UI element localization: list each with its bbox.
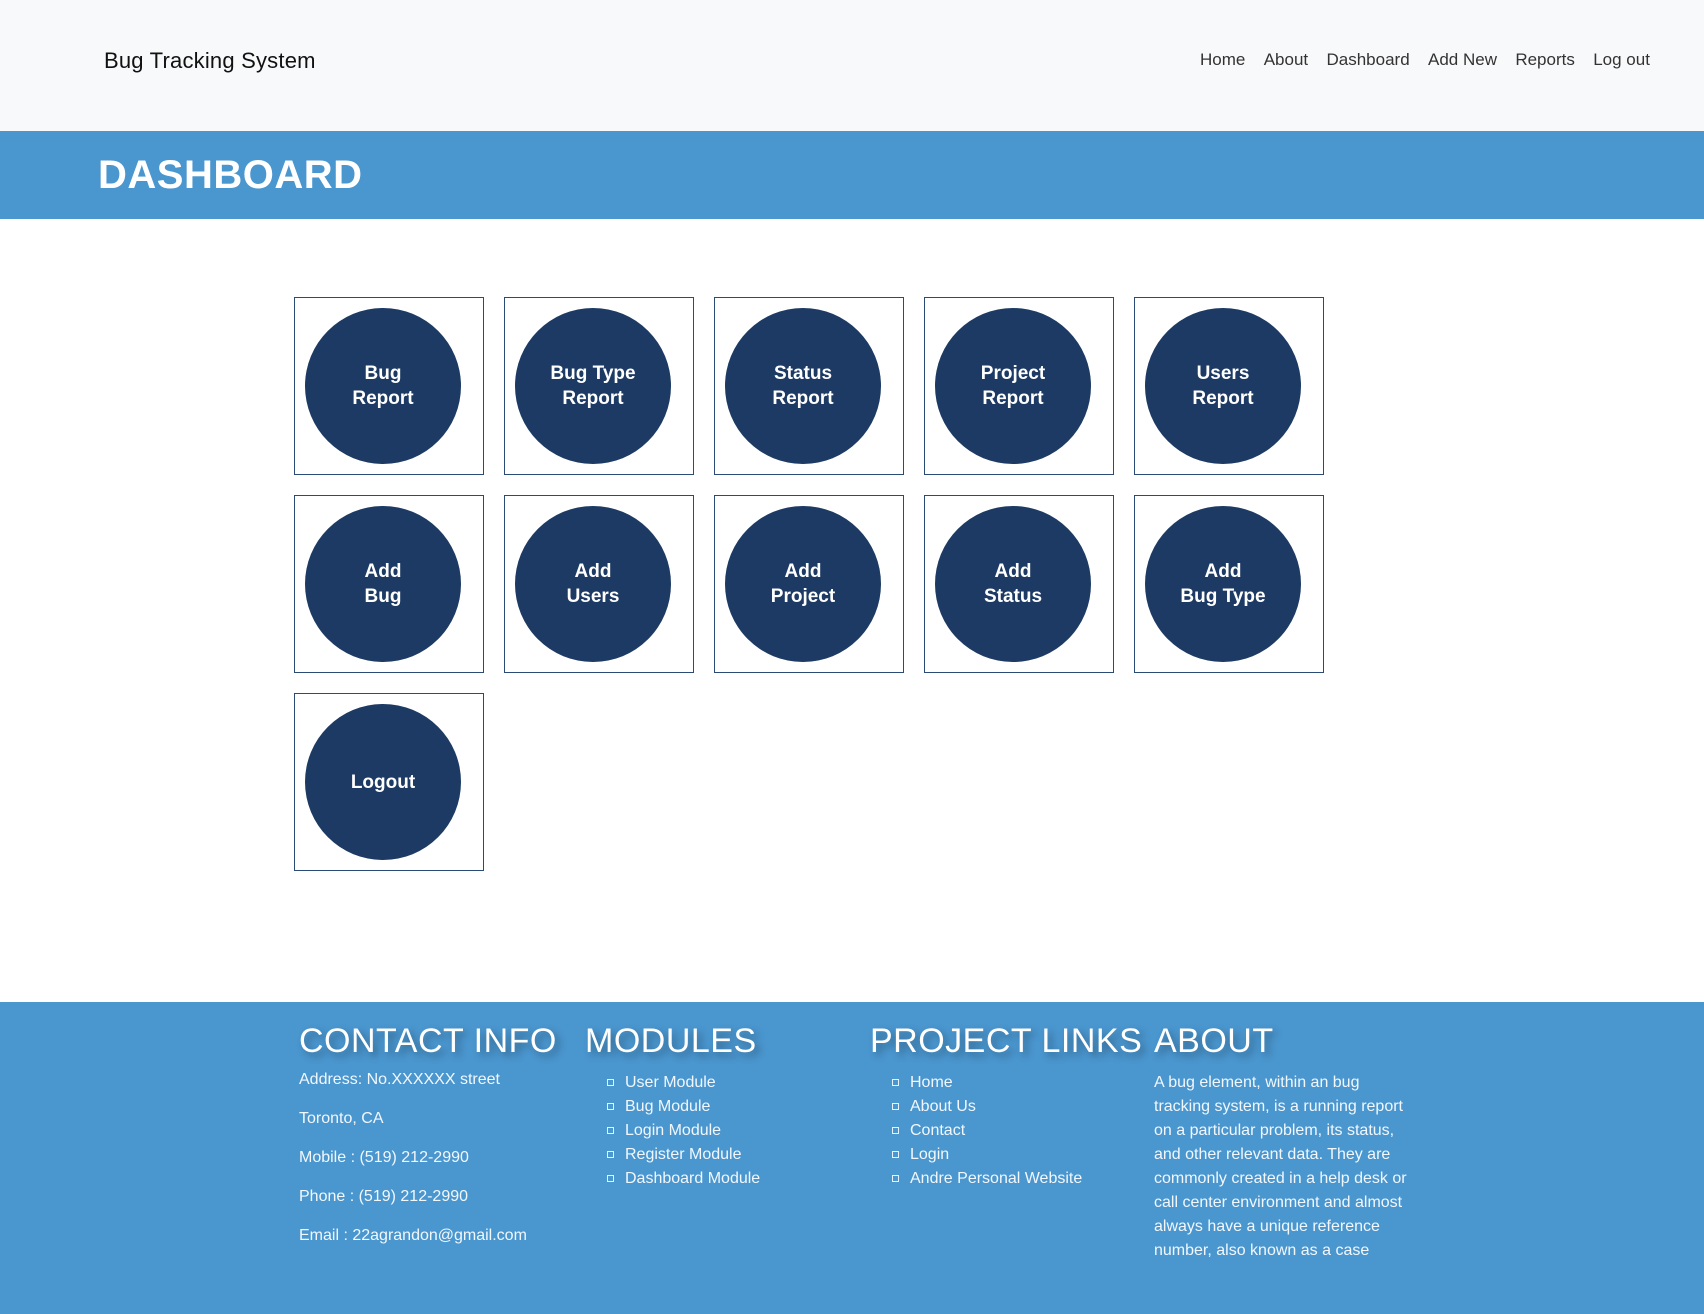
list-item[interactable]: About Us xyxy=(892,1095,1142,1119)
status-report-button[interactable]: Status Report xyxy=(725,308,881,464)
project-link[interactable]: Login xyxy=(910,1146,949,1163)
nav-link-add-new[interactable]: Add New xyxy=(1428,50,1497,70)
page-title: DASHBOARD xyxy=(98,153,363,197)
users-report-button[interactable]: Users Report xyxy=(1145,308,1301,464)
footer-project-links-column: PROJECT LINKS Home About Us Contact Logi… xyxy=(870,1022,1142,1191)
module-link[interactable]: Dashboard Module xyxy=(625,1170,760,1187)
square-bullet-icon xyxy=(892,1151,899,1158)
tile-bug-type-report: Bug Type Report xyxy=(504,297,694,475)
list-item[interactable]: User Module xyxy=(607,1071,760,1095)
footer-heading-about: ABOUT xyxy=(1154,1022,1274,1060)
list-item[interactable]: Bug Module xyxy=(607,1095,760,1119)
contact-address: Address: No.XXXXXX street xyxy=(299,1071,500,1088)
contact-city: Toronto, CA xyxy=(299,1110,384,1127)
tile-label: Add Bug xyxy=(364,561,402,607)
square-bullet-icon xyxy=(607,1175,614,1182)
list-item[interactable]: Register Module xyxy=(607,1143,760,1167)
tile-label: Status Report xyxy=(772,363,834,409)
about-text: A bug element, within an bug tracking sy… xyxy=(1154,1074,1407,1259)
footer-modules-column: MODULES User Module Bug Module Login Mod… xyxy=(585,1022,760,1191)
contact-mobile: Mobile : (519) 212-2990 xyxy=(299,1149,469,1166)
module-link[interactable]: Bug Module xyxy=(625,1098,710,1115)
tile-label: Add Project xyxy=(770,561,836,607)
footer-heading-modules: MODULES xyxy=(585,1022,757,1060)
project-link[interactable]: Contact xyxy=(910,1122,965,1139)
project-report-button[interactable]: Project Report xyxy=(935,308,1091,464)
nav-link-reports[interactable]: Reports xyxy=(1515,50,1575,70)
square-bullet-icon xyxy=(892,1079,899,1086)
square-bullet-icon xyxy=(607,1079,614,1086)
contact-email: Email : 22agrandon@gmail.com xyxy=(299,1227,527,1244)
list-item[interactable]: Andre Personal Website xyxy=(892,1167,1142,1191)
square-bullet-icon xyxy=(607,1151,614,1158)
project-link[interactable]: Andre Personal Website xyxy=(910,1170,1082,1187)
square-bullet-icon xyxy=(892,1175,899,1182)
add-bug-type-button[interactable]: Add Bug Type xyxy=(1145,506,1301,662)
tile-label: Add Users xyxy=(566,561,620,607)
brand-link[interactable]: Bug Tracking System xyxy=(104,48,316,74)
modules-list: User Module Bug Module Login Module Regi… xyxy=(585,1071,760,1191)
tile-add-bug-type: Add Bug Type xyxy=(1134,495,1324,673)
tile-users-report: Users Report xyxy=(1134,297,1324,475)
square-bullet-icon xyxy=(892,1103,899,1110)
square-bullet-icon xyxy=(892,1127,899,1134)
nav-link-dashboard[interactable]: Dashboard xyxy=(1326,50,1409,70)
square-bullet-icon xyxy=(607,1103,614,1110)
square-bullet-icon xyxy=(607,1127,614,1134)
add-bug-button[interactable]: Add Bug xyxy=(305,506,461,662)
footer-contact-column: CONTACT INFO Address: No.XXXXXX street T… xyxy=(299,1022,557,1266)
nav-links: Home About Dashboard Add New Reports Log… xyxy=(1200,50,1650,70)
module-link[interactable]: User Module xyxy=(625,1074,716,1091)
tile-label: Users Report xyxy=(1192,363,1254,409)
footer-heading-project-links: PROJECT LINKS xyxy=(870,1022,1143,1060)
tile-label: Add Bug Type xyxy=(1180,561,1266,607)
nav-link-log-out[interactable]: Log out xyxy=(1593,50,1650,70)
bug-report-button[interactable]: Bug Report xyxy=(305,308,461,464)
tile-label: Add Status xyxy=(983,561,1043,607)
contact-phone: Phone : (519) 212-2990 xyxy=(299,1188,469,1205)
project-link[interactable]: About Us xyxy=(910,1098,976,1115)
module-link[interactable]: Register Module xyxy=(625,1146,742,1163)
tile-add-users: Add Users xyxy=(504,495,694,673)
tile-bug-report: Bug Report xyxy=(294,297,484,475)
list-item[interactable]: Login Module xyxy=(607,1119,760,1143)
project-link[interactable]: Home xyxy=(910,1074,953,1091)
module-link[interactable]: Login Module xyxy=(625,1122,721,1139)
tile-add-status: Add Status xyxy=(924,495,1114,673)
site-footer: CONTACT INFO Address: No.XXXXXX street T… xyxy=(0,1002,1704,1314)
list-item[interactable]: Dashboard Module xyxy=(607,1167,760,1191)
tile-project-report: Project Report xyxy=(924,297,1114,475)
bug-type-report-button[interactable]: Bug Type Report xyxy=(515,308,671,464)
top-navbar: Bug Tracking System Home About Dashboard… xyxy=(0,0,1704,131)
tile-status-report: Status Report xyxy=(714,297,904,475)
page-header-banner: DASHBOARD xyxy=(0,131,1704,219)
logout-button[interactable]: Logout xyxy=(305,704,461,860)
add-project-button[interactable]: Add Project xyxy=(725,506,881,662)
tile-logout: Logout xyxy=(294,693,484,871)
tile-label: Bug Report xyxy=(352,363,414,409)
list-item[interactable]: Contact xyxy=(892,1119,1142,1143)
add-users-button[interactable]: Add Users xyxy=(515,506,671,662)
footer-about-column: ABOUT A bug element, within an bug track… xyxy=(1154,1022,1412,1263)
nav-link-about[interactable]: About xyxy=(1264,50,1308,70)
tile-label: Logout xyxy=(350,771,416,793)
nav-link-home[interactable]: Home xyxy=(1200,50,1245,70)
list-item[interactable]: Home xyxy=(892,1071,1142,1095)
footer-heading-contact: CONTACT INFO xyxy=(299,1022,557,1060)
add-status-button[interactable]: Add Status xyxy=(935,506,1091,662)
project-links-list: Home About Us Contact Login Andre Person… xyxy=(870,1071,1142,1191)
tile-add-bug: Add Bug xyxy=(294,495,484,673)
tile-add-project: Add Project xyxy=(714,495,904,673)
tile-label: Project Report xyxy=(980,363,1046,409)
tile-label: Bug Type Report xyxy=(550,363,636,409)
list-item[interactable]: Login xyxy=(892,1143,1142,1167)
